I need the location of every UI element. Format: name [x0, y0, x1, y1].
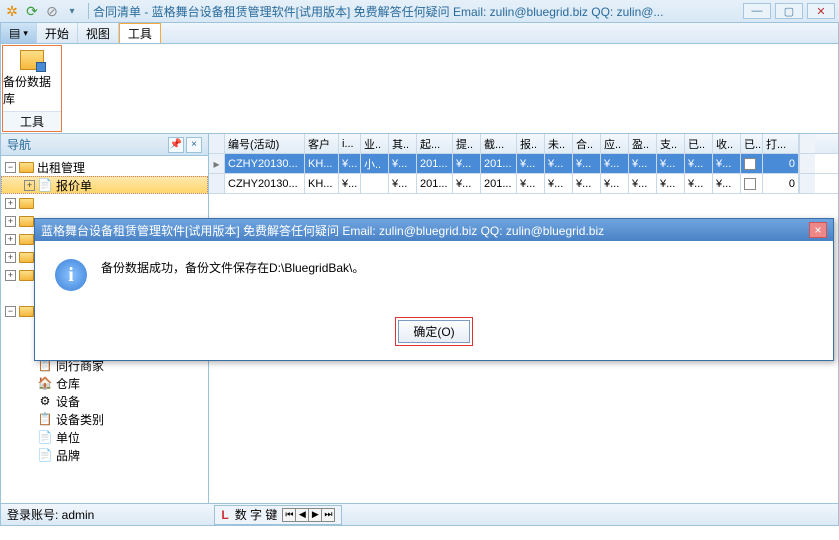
- tree-equipment-type[interactable]: 📋设备类别: [1, 410, 208, 428]
- numpad-panel[interactable]: L 数 字 键 ⏮◀▶⏭: [214, 505, 342, 525]
- login-label: 登录账号: admin: [7, 506, 94, 523]
- dialog-message: 备份数据成功，备份文件保存在D:\BluegridBak\。: [101, 259, 364, 276]
- tree-brand[interactable]: 📄品牌: [1, 446, 208, 464]
- menubar: ▤▾ 开始 视图 工具: [0, 22, 839, 44]
- menu-view[interactable]: 视图: [78, 23, 119, 43]
- list-icon: ▤: [9, 26, 20, 40]
- ribbon-group-label: 工具: [3, 111, 61, 131]
- maximize-button[interactable]: ▢: [775, 3, 803, 19]
- col-customer[interactable]: 客户: [305, 134, 339, 153]
- scrollbar[interactable]: [799, 134, 815, 153]
- table-row[interactable]: ▸CZHY20130...KH...¥...小..¥...201...¥...2…: [209, 154, 838, 174]
- tree-warehouse[interactable]: 🏠仓库: [1, 374, 208, 392]
- minimize-button[interactable]: —: [743, 3, 771, 19]
- ok-button[interactable]: 确定(O): [398, 320, 469, 343]
- dropdown-icon[interactable]: ▾: [64, 3, 80, 19]
- tree-unit[interactable]: 📄单位: [1, 428, 208, 446]
- dialog-titlebar: 蓝格舞台设备租赁管理软件[试用版本] 免费解答任何疑问 Email: zulin…: [35, 219, 833, 241]
- tree-rental-mgmt[interactable]: −出租管理: [1, 158, 208, 176]
- grid-header: 编号(活动) 客户 i... 业.. 其.. 起... 提.. 截... 报..…: [209, 134, 838, 154]
- menu-start[interactable]: 开始: [37, 23, 78, 43]
- ribbon: 备份数据库 工具: [0, 44, 839, 134]
- nav-close-button[interactable]: ×: [186, 137, 202, 153]
- info-icon: i: [55, 259, 87, 291]
- statusbar: 登录账号: admin L 数 字 键 ⏮◀▶⏭: [0, 504, 839, 526]
- ribbon-group-tools: 备份数据库 工具: [2, 45, 62, 132]
- tree-equipment[interactable]: ⚙设备: [1, 392, 208, 410]
- stop-icon[interactable]: ⊘: [44, 3, 60, 19]
- tree-node[interactable]: +: [1, 194, 208, 212]
- refresh-icon[interactable]: ⟳: [24, 3, 40, 19]
- database-icon: [20, 50, 44, 70]
- app-icon: ✲: [4, 3, 20, 19]
- window-title: 合同清单 - 蓝格舞台设备租赁管理软件[试用版本] 免费解答任何疑问 Email…: [93, 3, 743, 20]
- backup-success-dialog: 蓝格舞台设备租赁管理软件[试用版本] 免费解答任何疑问 Email: zulin…: [34, 218, 834, 361]
- titlebar: ✲ ⟳ ⊘ ▾ 合同清单 - 蓝格舞台设备租赁管理软件[试用版本] 免费解答任何…: [0, 0, 839, 22]
- nav-header: 导航 📌 ×: [1, 134, 208, 156]
- dialog-close-button[interactable]: ×: [809, 222, 827, 238]
- nav-buttons[interactable]: ⏮◀▶⏭: [283, 508, 335, 522]
- col-number[interactable]: 编号(活动): [225, 134, 305, 153]
- backup-db-button[interactable]: 备份数据库: [3, 46, 61, 111]
- tree-quote[interactable]: +📄报价单: [1, 176, 208, 194]
- table-row[interactable]: CZHY20130...KH...¥...¥...201...¥...201..…: [209, 174, 838, 194]
- menu-file[interactable]: ▤▾: [1, 23, 37, 43]
- menu-tools[interactable]: 工具: [119, 23, 161, 43]
- pin-button[interactable]: 📌: [168, 137, 184, 153]
- close-button[interactable]: ✕: [807, 3, 835, 19]
